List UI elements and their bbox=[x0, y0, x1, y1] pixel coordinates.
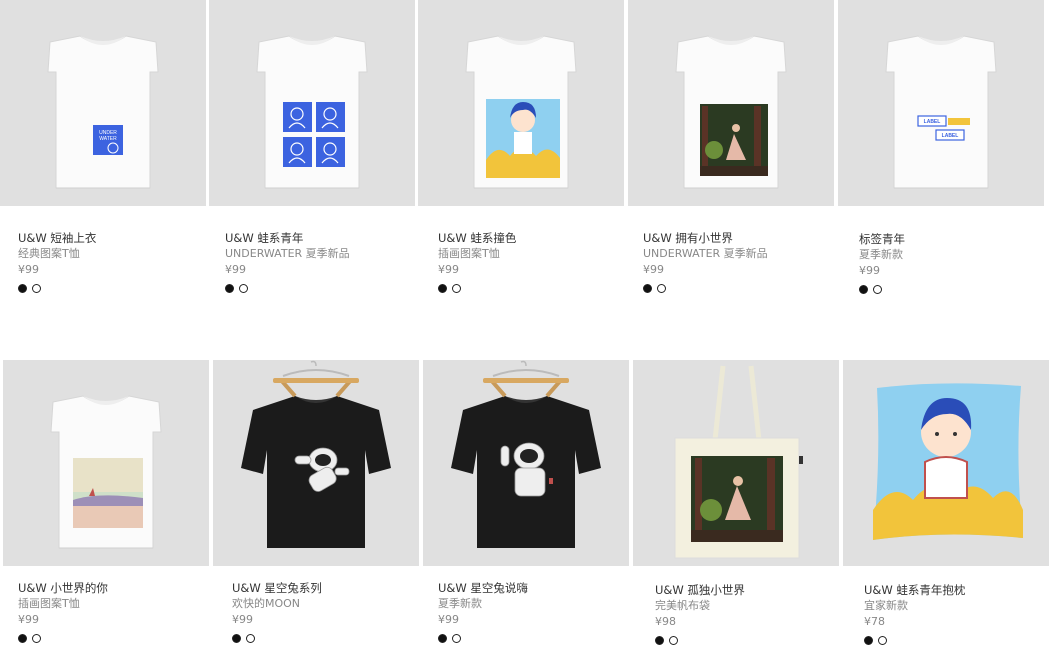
color-swatch-black[interactable] bbox=[232, 634, 241, 643]
product-image[interactable] bbox=[423, 360, 629, 566]
product-subtitle: 插画图案T恤 bbox=[438, 247, 500, 260]
product-card[interactable]: U&W 星空兔说嗨 夏季新款 ¥99 bbox=[423, 360, 629, 643]
product-info: U&W 蛙系青年 UNDERWATER 夏季新品 ¥99 bbox=[225, 230, 350, 293]
product-image[interactable] bbox=[633, 360, 839, 566]
color-swatch-white[interactable] bbox=[873, 285, 882, 294]
product-title[interactable]: 标签青年 bbox=[859, 231, 905, 247]
print-text: LABEL bbox=[942, 133, 959, 139]
product-title[interactable]: U&W 孤独小世界 bbox=[655, 582, 745, 598]
product-price: ¥99 bbox=[438, 613, 459, 626]
color-swatch-white[interactable] bbox=[669, 636, 678, 645]
product-info: U&W 小世界的你 插画图案T恤 ¥99 bbox=[18, 580, 108, 643]
product-subtitle: 夏季新款 bbox=[859, 248, 903, 261]
product-price: ¥99 bbox=[859, 264, 880, 277]
product-info: U&W 拥有小世界 UNDERWATER 夏季新品 ¥99 bbox=[643, 230, 768, 293]
product-price: ¥78 bbox=[864, 615, 885, 628]
product-info: U&W 短袖上衣 经典图案T恤 ¥99 bbox=[18, 230, 96, 293]
color-swatch-white[interactable] bbox=[452, 284, 461, 293]
product-image[interactable] bbox=[3, 360, 209, 566]
product-title[interactable]: U&W 星空兔系列 bbox=[232, 580, 322, 596]
product-info: U&W 孤独小世界 完美帆布袋 ¥98 bbox=[655, 582, 745, 645]
product-image[interactable]: LABEL LABEL bbox=[838, 0, 1044, 206]
product-info: U&W 星空兔说嗨 夏季新款 ¥99 bbox=[438, 580, 528, 643]
color-swatches bbox=[864, 636, 965, 645]
product-subtitle: 插画图案T恤 bbox=[18, 597, 80, 610]
color-swatch-white[interactable] bbox=[452, 634, 461, 643]
product-title[interactable]: U&W 星空兔说嗨 bbox=[438, 580, 528, 596]
color-swatches bbox=[18, 284, 96, 293]
product-subtitle: 宜家新款 bbox=[864, 599, 908, 612]
product-card[interactable]: U&W 拥有小世界 UNDERWATER 夏季新品 ¥99 bbox=[628, 0, 834, 293]
product-subtitle: 完美帆布袋 bbox=[655, 599, 710, 612]
product-image[interactable] bbox=[843, 360, 1049, 566]
product-subtitle: UNDERWATER 夏季新品 bbox=[643, 247, 768, 260]
product-image[interactable] bbox=[628, 0, 834, 206]
product-subtitle: 夏季新款 bbox=[438, 597, 482, 610]
color-swatch-black[interactable] bbox=[438, 634, 447, 643]
product-title[interactable]: U&W 蛙系撞色 bbox=[438, 230, 516, 246]
product-title[interactable]: U&W 拥有小世界 bbox=[643, 230, 768, 246]
color-swatch-black[interactable] bbox=[18, 634, 27, 643]
product-card[interactable]: LABEL LABEL 标签青年 夏季新款 ¥99 bbox=[838, 0, 1044, 294]
product-card[interactable]: U&W 蛙系撞色 插画图案T恤 ¥99 bbox=[418, 0, 624, 293]
color-swatch-white[interactable] bbox=[657, 284, 666, 293]
product-price: ¥99 bbox=[643, 263, 664, 276]
product-price: ¥99 bbox=[438, 263, 459, 276]
product-image[interactable] bbox=[418, 0, 624, 206]
color-swatch-white[interactable] bbox=[239, 284, 248, 293]
color-swatches bbox=[232, 634, 322, 643]
product-price: ¥99 bbox=[225, 263, 246, 276]
product-price: ¥99 bbox=[232, 613, 253, 626]
product-price: ¥99 bbox=[18, 263, 39, 276]
color-swatch-black[interactable] bbox=[438, 284, 447, 293]
color-swatches bbox=[18, 634, 108, 643]
product-subtitle: 欢快的MOON bbox=[232, 597, 301, 610]
product-image[interactable]: UNDER WATER bbox=[0, 0, 206, 206]
color-swatches bbox=[438, 284, 516, 293]
product-image[interactable] bbox=[209, 0, 415, 206]
color-swatch-white[interactable] bbox=[32, 634, 41, 643]
product-info: U&W 星空兔系列 欢快的MOON ¥99 bbox=[232, 580, 322, 643]
print-text: LABEL bbox=[924, 119, 941, 125]
color-swatch-black[interactable] bbox=[655, 636, 664, 645]
color-swatch-black[interactable] bbox=[859, 285, 868, 294]
color-swatch-black[interactable] bbox=[864, 636, 873, 645]
product-info: 标签青年 夏季新款 ¥99 bbox=[859, 231, 905, 294]
color-swatches bbox=[438, 634, 528, 643]
color-swatch-black[interactable] bbox=[643, 284, 652, 293]
product-card[interactable]: U&W 小世界的你 插画图案T恤 ¥99 bbox=[3, 360, 209, 643]
color-swatch-black[interactable] bbox=[225, 284, 234, 293]
product-image[interactable] bbox=[213, 360, 419, 566]
product-card[interactable]: U&W 孤独小世界 完美帆布袋 ¥98 bbox=[633, 360, 839, 645]
color-swatches bbox=[643, 284, 768, 293]
product-price: ¥99 bbox=[18, 613, 39, 626]
color-swatch-black[interactable] bbox=[18, 284, 27, 293]
color-swatch-white[interactable] bbox=[878, 636, 887, 645]
product-title[interactable]: U&W 蛙系青年 bbox=[225, 230, 350, 246]
product-card[interactable]: UNDER WATER U&W 短袖上衣 经典图案T恤 ¥99 bbox=[0, 0, 206, 293]
product-subtitle: 经典图案T恤 bbox=[18, 247, 80, 260]
product-card[interactable]: U&W 星空兔系列 欢快的MOON ¥99 bbox=[213, 360, 419, 643]
color-swatches bbox=[859, 285, 905, 294]
product-card[interactable]: U&W 蛙系青年 UNDERWATER 夏季新品 ¥99 bbox=[209, 0, 415, 293]
product-info: U&W 蛙系青年抱枕 宜家新款 ¥78 bbox=[864, 582, 965, 645]
product-title[interactable]: U&W 短袖上衣 bbox=[18, 230, 96, 246]
product-subtitle: UNDERWATER 夏季新品 bbox=[225, 247, 350, 260]
color-swatches bbox=[655, 636, 745, 645]
product-card[interactable]: U&W 蛙系青年抱枕 宜家新款 ¥78 bbox=[843, 360, 1049, 645]
print-text: WATER bbox=[99, 136, 117, 142]
product-info: U&W 蛙系撞色 插画图案T恤 ¥99 bbox=[438, 230, 516, 293]
color-swatch-white[interactable] bbox=[246, 634, 255, 643]
product-title[interactable]: U&W 蛙系青年抱枕 bbox=[864, 582, 965, 598]
color-swatch-white[interactable] bbox=[32, 284, 41, 293]
product-price: ¥98 bbox=[655, 615, 676, 628]
product-title[interactable]: U&W 小世界的你 bbox=[18, 580, 108, 596]
color-swatches bbox=[225, 284, 350, 293]
